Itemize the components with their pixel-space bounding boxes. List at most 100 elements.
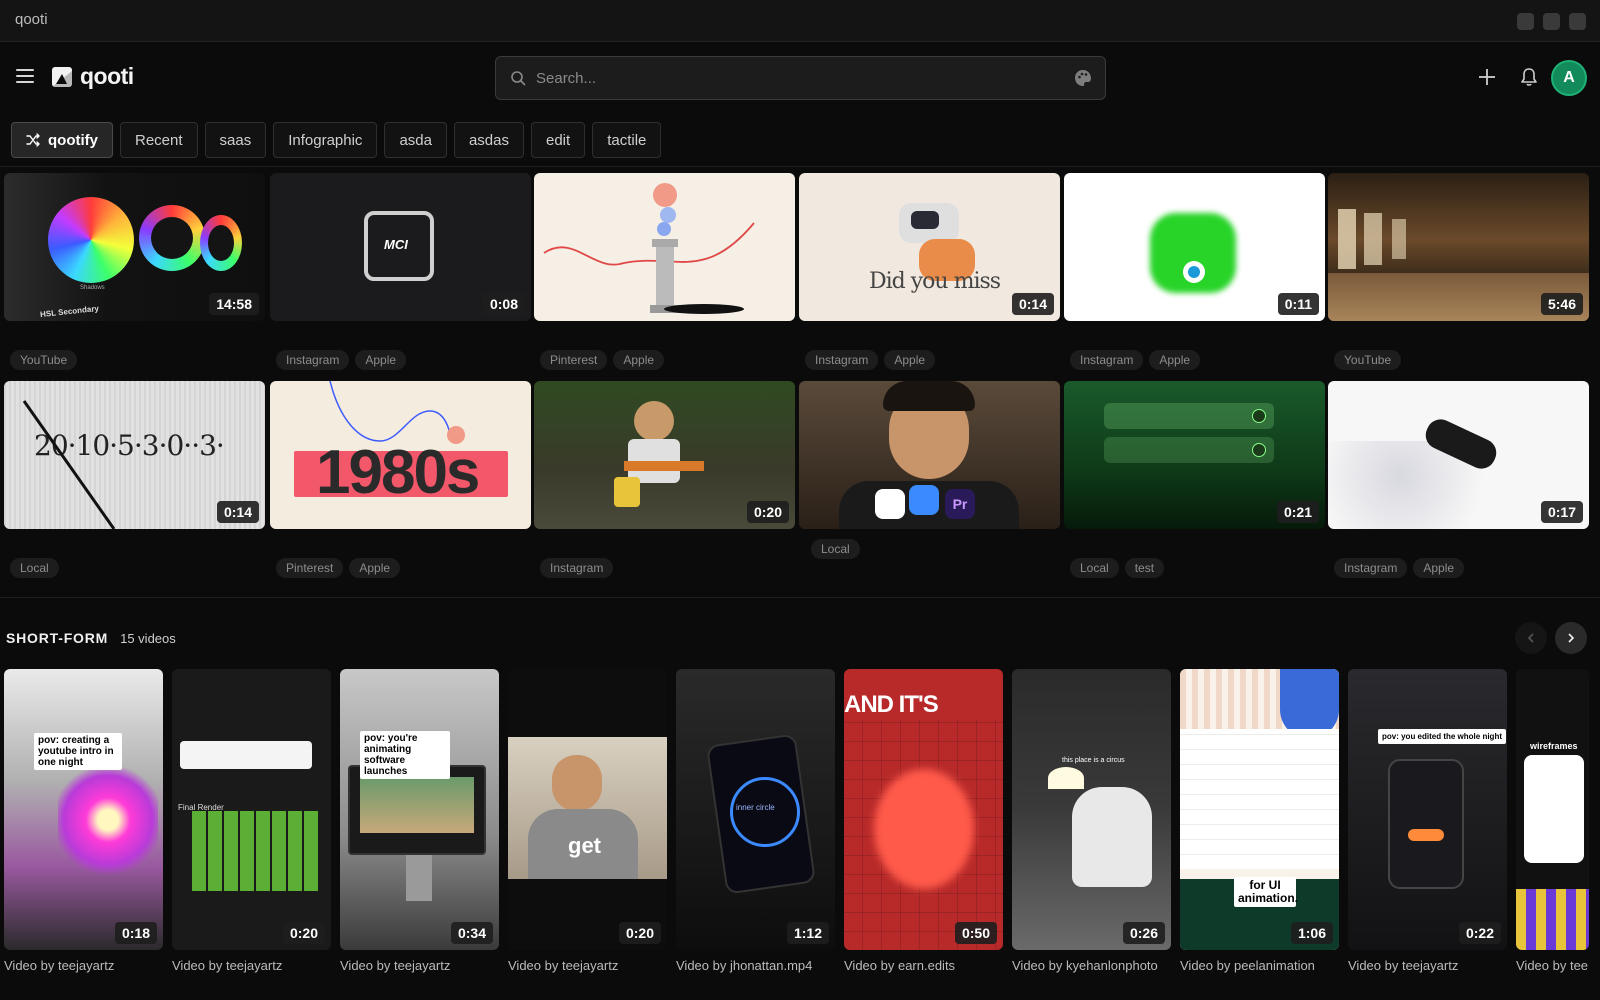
video-thumbnail[interactable]: pov: you edited the whole night 0:22 <box>1348 669 1507 950</box>
tag-chip[interactable]: Apple <box>349 558 401 578</box>
media-card[interactable]: 0:11 <box>1064 173 1325 321</box>
tab-saas[interactable]: saas <box>204 122 267 158</box>
search-bar[interactable] <box>495 56 1106 100</box>
duration-badge: 0:08 <box>482 293 525 315</box>
video-thumbnail[interactable]: pov: you're animating software launches … <box>340 669 499 950</box>
video-card[interactable]: Final Render 0:20 Video by teejayartz <box>172 669 331 973</box>
carousel-next-button[interactable] <box>1555 622 1587 654</box>
video-card[interactable]: inner circle 1:12 Video by jhonattan.mp4 <box>676 669 835 973</box>
tab-asda[interactable]: asda <box>384 122 447 158</box>
duration-badge: 0:20 <box>618 922 661 944</box>
tag-chip[interactable]: Apple <box>613 350 665 370</box>
tab-edit[interactable]: edit <box>531 122 586 158</box>
tag-chip[interactable]: Apple <box>355 350 407 370</box>
media-thumbnail[interactable] <box>534 173 795 321</box>
tab-tactile[interactable]: tactile <box>592 122 662 158</box>
search-input[interactable] <box>536 69 1073 87</box>
video-card[interactable]: for UI animation. 1:06 Video by peelanim… <box>1180 669 1339 973</box>
tab-infographic[interactable]: Infographic <box>273 122 378 158</box>
media-thumbnail[interactable]: 0:17 <box>1328 381 1589 529</box>
media-thumbnail[interactable]: 0:21 <box>1064 381 1325 529</box>
video-thumbnail[interactable]: Final Render 0:20 <box>172 669 331 950</box>
tag-chip[interactable]: Instagram <box>276 350 350 370</box>
media-thumbnail[interactable]: 0:20 <box>534 381 795 529</box>
duration-badge: 1:12 <box>786 922 829 944</box>
tag-chip[interactable]: Local <box>1070 558 1119 578</box>
bell-icon[interactable] <box>1518 66 1540 88</box>
tag-chip[interactable]: Instagram <box>1334 558 1408 578</box>
hamburger-menu-icon[interactable] <box>16 69 34 83</box>
add-icon[interactable] <box>1476 66 1498 88</box>
tag-chip[interactable]: Instagram <box>540 558 614 578</box>
media-thumbnail[interactable]: Pr <box>799 381 1060 529</box>
media-card[interactable]: MCI 0:08 <box>270 173 531 321</box>
chevron-left-icon <box>1527 633 1534 643</box>
minimize-button[interactable] <box>1517 13 1534 30</box>
media-thumbnail[interactable]: 20·10·5·3·0··3· 0:14 <box>4 381 265 529</box>
media-card[interactable]: Shadows HSL Secondary 14:58 <box>4 173 265 321</box>
video-thumbnail[interactable]: pov: creating a youtube intro in one nig… <box>4 669 163 950</box>
tag-chip[interactable]: Apple <box>884 350 936 370</box>
media-card[interactable] <box>534 173 795 321</box>
media-thumbnail[interactable]: Shadows HSL Secondary 14:58 <box>4 173 265 321</box>
close-button[interactable] <box>1569 13 1586 30</box>
tab-qootify[interactable]: qootify <box>11 122 113 158</box>
tag-chip[interactable]: YouTube <box>10 350 78 370</box>
video-thumbnail[interactable]: inner circle 1:12 <box>676 669 835 950</box>
video-card[interactable]: wireframes Video by tee <box>1516 669 1589 973</box>
avatar[interactable]: A <box>1551 60 1587 96</box>
media-thumbnail[interactable]: 1980s <box>270 381 531 529</box>
video-card[interactable]: AND IT'S 0:50 Video by earn.edits <box>844 669 1003 973</box>
tag-chip[interactable]: Pinterest <box>540 350 608 370</box>
tag-chip[interactable]: YouTube <box>1334 350 1402 370</box>
media-card[interactable]: 0:21 <box>1064 381 1325 529</box>
video-card[interactable]: this place is a circus 0:26 Video by kye… <box>1012 669 1171 973</box>
media-card[interactable]: 0:20 <box>534 381 795 529</box>
video-caption: Video by tee <box>1516 958 1589 973</box>
tag-chip[interactable]: Local <box>811 539 860 559</box>
logo-text: qooti <box>80 63 134 89</box>
maximize-button[interactable] <box>1543 13 1560 30</box>
video-overlay-text: inner circle <box>736 803 775 812</box>
tag-chip[interactable]: Apple <box>1149 350 1201 370</box>
media-card[interactable]: 5:46 <box>1328 173 1589 321</box>
tab-recent[interactable]: Recent <box>120 122 198 158</box>
tag-chip[interactable]: test <box>1124 558 1165 578</box>
media-card[interactable]: 20·10·5·3·0··3· 0:14 <box>4 381 265 529</box>
video-overlay-text: AND IT'S <box>844 691 939 718</box>
logo[interactable]: qooti <box>50 63 134 90</box>
video-overlay-text: pov: you edited the whole night <box>1378 729 1506 744</box>
tag-chip[interactable]: Local <box>10 558 59 578</box>
media-thumbnail[interactable]: Did you miss 0:14 <box>799 173 1060 321</box>
duration-badge: 0:50 <box>954 922 997 944</box>
media-thumbnail[interactable]: MCI 0:08 <box>270 173 531 321</box>
tab-asdas[interactable]: asdas <box>453 122 524 158</box>
video-thumbnail[interactable]: wireframes <box>1516 669 1589 950</box>
palette-icon[interactable] <box>1073 68 1093 88</box>
video-card[interactable]: pov: creating a youtube intro in one nig… <box>4 669 163 973</box>
media-card[interactable]: 1980s <box>270 381 531 529</box>
tab-label: saas <box>219 131 252 149</box>
carousel-prev-button[interactable] <box>1515 622 1547 654</box>
media-card[interactable]: Pr <box>799 381 1060 529</box>
video-card[interactable]: pov: you're animating software launches … <box>340 669 499 973</box>
tag-chip[interactable]: Pinterest <box>276 558 344 578</box>
video-caption: Video by jhonattan.mp4 <box>676 958 813 973</box>
illustration <box>329 381 465 444</box>
media-thumbnail[interactable]: 0:11 <box>1064 173 1325 321</box>
video-caption: Video by teejayartz <box>172 958 283 973</box>
tag-chip[interactable]: Instagram <box>1070 350 1144 370</box>
media-card[interactable]: 0:17 <box>1328 381 1589 529</box>
media-card[interactable]: Did you miss 0:14 <box>799 173 1060 321</box>
video-thumbnail[interactable]: this place is a circus 0:26 <box>1012 669 1171 950</box>
video-card[interactable]: get 0:20 Video by teejayartz <box>508 669 667 973</box>
video-thumbnail[interactable]: for UI animation. 1:06 <box>1180 669 1339 950</box>
video-count: 15 videos <box>120 631 176 646</box>
tag-chip[interactable]: Apple <box>1413 558 1465 578</box>
video-thumbnail[interactable]: AND IT'S 0:50 <box>844 669 1003 950</box>
duration-badge: 0:14 <box>216 501 259 523</box>
tag-chip[interactable]: Instagram <box>805 350 879 370</box>
video-card[interactable]: pov: you edited the whole night 0:22 Vid… <box>1348 669 1507 973</box>
media-thumbnail[interactable]: 5:46 <box>1328 173 1589 321</box>
video-thumbnail[interactable]: get 0:20 <box>508 669 667 950</box>
